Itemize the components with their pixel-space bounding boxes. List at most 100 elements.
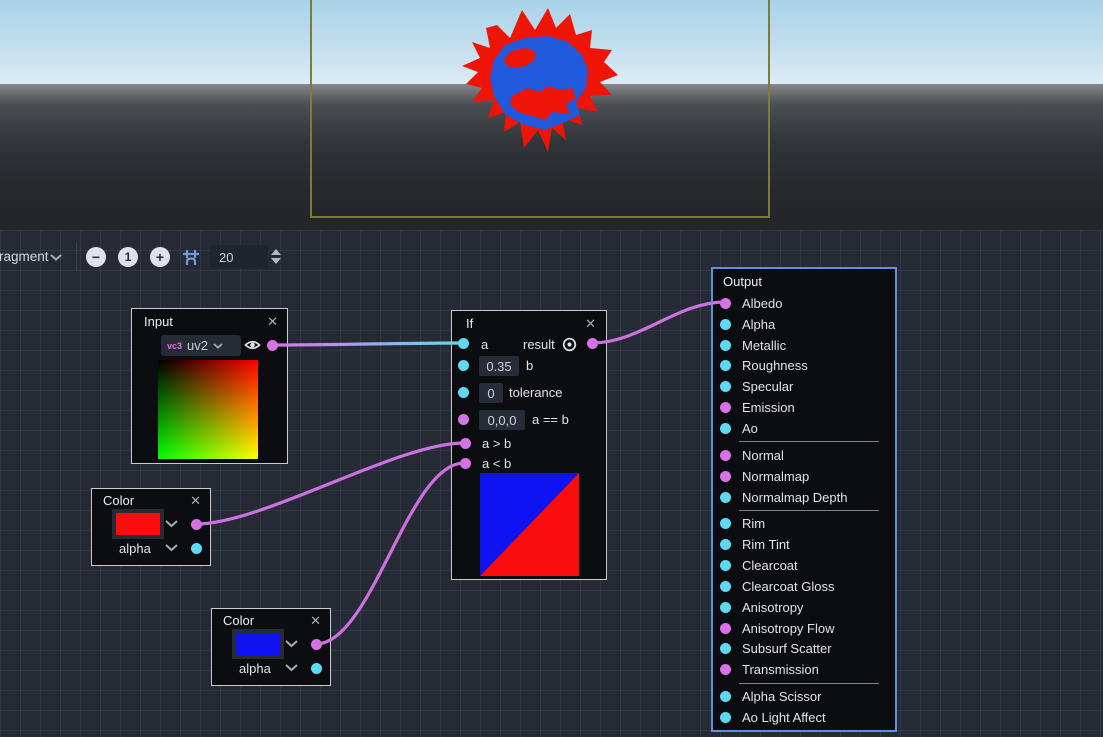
- port-tolerance-input[interactable]: [458, 387, 469, 398]
- toolbar-divider: [76, 243, 77, 271]
- port-result-label: result: [523, 337, 555, 352]
- port-aeqb-input[interactable]: [458, 414, 469, 425]
- port-albedo-input[interactable]: [720, 298, 731, 309]
- port-altb-input[interactable]: [460, 458, 471, 469]
- snap-distance-stepper[interactable]: [271, 249, 281, 264]
- port-ao-input[interactable]: [720, 423, 731, 434]
- stepper-down-icon[interactable]: [271, 258, 281, 264]
- port-group-separator: [739, 683, 879, 684]
- output-port-label: Normalmap: [742, 469, 809, 484]
- alpha-label: alpha: [239, 661, 271, 676]
- input-dropdown-value: uv2: [187, 338, 208, 353]
- shader-mode-dropdown[interactable]: ragment: [0, 249, 49, 264]
- node-color-red[interactable]: Color ✕ alpha: [91, 488, 211, 566]
- output-port-row: Clearcoat Gloss: [713, 576, 895, 597]
- port-b-input[interactable]: [458, 360, 469, 371]
- port-color-output[interactable]: [191, 519, 202, 530]
- snap-toggle-icon[interactable]: [181, 249, 201, 266]
- output-port-label: Rim Tint: [742, 537, 790, 552]
- port-agtb-input[interactable]: [460, 438, 471, 449]
- output-port-label: Emission: [742, 400, 795, 415]
- port-normal-input[interactable]: [720, 450, 731, 461]
- close-icon[interactable]: ✕: [267, 314, 278, 330]
- output-port-row: Rim: [713, 513, 895, 534]
- node-output[interactable]: Output AlbedoAlphaMetallicRoughnessSpecu…: [712, 268, 896, 731]
- port-specular-input[interactable]: [720, 381, 731, 392]
- port-result-output[interactable]: [587, 338, 598, 349]
- port-alpha-scissor-input[interactable]: [720, 691, 731, 702]
- output-port-label: Rim: [742, 516, 765, 531]
- port-transmission-input[interactable]: [720, 664, 731, 675]
- output-port-label: Alpha Scissor: [742, 689, 821, 704]
- color-picker-button[interactable]: [112, 509, 164, 539]
- shader-mode-label: ragment: [0, 249, 49, 264]
- zoom-reset-button[interactable]: 1: [118, 247, 138, 267]
- output-port-row: Alpha Scissor: [713, 686, 895, 707]
- output-port-row: Emission: [713, 397, 895, 418]
- output-port-label: Metallic: [742, 338, 786, 353]
- port-subsurf-scatter-input[interactable]: [720, 643, 731, 654]
- zoom-out-button[interactable]: −: [86, 247, 106, 267]
- output-port-label: Albedo: [742, 296, 782, 311]
- zoom-in-button[interactable]: +: [150, 247, 170, 267]
- stepper-up-icon[interactable]: [271, 249, 281, 255]
- output-port-row: Transmission: [713, 659, 895, 680]
- output-port-row: Anisotropy Flow: [713, 618, 895, 639]
- port-group-separator: [739, 510, 879, 511]
- close-icon[interactable]: ✕: [585, 316, 596, 332]
- port-alpha-output[interactable]: [191, 543, 202, 554]
- output-port-label: Clearcoat Gloss: [742, 579, 834, 594]
- port-normalmap-depth-input[interactable]: [720, 492, 731, 503]
- chevron-down-icon[interactable]: [285, 640, 298, 648]
- port-uv2-output[interactable]: [267, 340, 278, 351]
- output-port-row: Anisotropy: [713, 597, 895, 618]
- port-rim-input[interactable]: [720, 518, 731, 529]
- close-icon[interactable]: ✕: [310, 613, 321, 629]
- output-port-row: Rim Tint: [713, 534, 895, 555]
- port-a-input[interactable]: [458, 338, 469, 349]
- material-preview-viewport: [0, 0, 1103, 230]
- chevron-down-icon[interactable]: [165, 520, 178, 528]
- output-port-row: Alpha: [713, 314, 895, 335]
- field-aeqb[interactable]: 0,0,0: [479, 410, 525, 430]
- field-b[interactable]: 0.35: [479, 356, 519, 376]
- port-anisotropy-input[interactable]: [720, 602, 731, 613]
- port-normalmap-input[interactable]: [720, 471, 731, 482]
- port-anisotropy-flow-input[interactable]: [720, 623, 731, 634]
- vec3-type-icon: vc3: [167, 341, 182, 351]
- snap-distance-field[interactable]: 20: [210, 245, 268, 269]
- port-clearcoat-gloss-input[interactable]: [720, 581, 731, 592]
- if-result-preview: [480, 473, 579, 576]
- color-picker-button[interactable]: [232, 629, 284, 659]
- port-agtb-label: a > b: [482, 436, 511, 451]
- output-port-label: Normal: [742, 448, 784, 463]
- port-tolerance-label: tolerance: [509, 385, 562, 400]
- camera-preview-frame: [310, 0, 770, 218]
- output-port-row: Ao Light Affect: [713, 707, 895, 728]
- port-emission-input[interactable]: [720, 402, 731, 413]
- port-ao-light-affect-input[interactable]: [720, 712, 731, 723]
- result-eye-icon[interactable]: [562, 337, 577, 352]
- port-roughness-input[interactable]: [720, 360, 731, 371]
- port-clearcoat-input[interactable]: [720, 560, 731, 571]
- output-port-label: Anisotropy Flow: [742, 621, 834, 636]
- port-alpha-output[interactable]: [311, 663, 322, 674]
- node-title: Color: [103, 493, 134, 508]
- node-if[interactable]: If ✕ a result 0.35 b 0 tolerance 0,0,0 a…: [451, 310, 607, 580]
- input-type-dropdown[interactable]: vc3 uv2: [161, 335, 241, 356]
- preview-eye-icon[interactable]: [244, 338, 261, 352]
- port-alpha-input[interactable]: [720, 319, 731, 330]
- node-color-blue[interactable]: Color ✕ alpha: [211, 608, 331, 686]
- port-metallic-input[interactable]: [720, 340, 731, 351]
- close-icon[interactable]: ✕: [190, 493, 201, 509]
- output-port-label: Ao: [742, 421, 758, 436]
- chevron-down-icon[interactable]: [165, 544, 178, 552]
- port-color-output[interactable]: [311, 639, 322, 650]
- output-port-label: Anisotropy: [742, 600, 803, 615]
- chevron-down-icon[interactable]: [285, 664, 298, 672]
- chevron-down-icon: [213, 343, 223, 349]
- node-input[interactable]: Input ✕ vc3 uv2: [131, 308, 288, 464]
- port-rim-tint-input[interactable]: [720, 539, 731, 550]
- field-tolerance[interactable]: 0: [479, 383, 503, 403]
- color-swatch: [236, 633, 280, 655]
